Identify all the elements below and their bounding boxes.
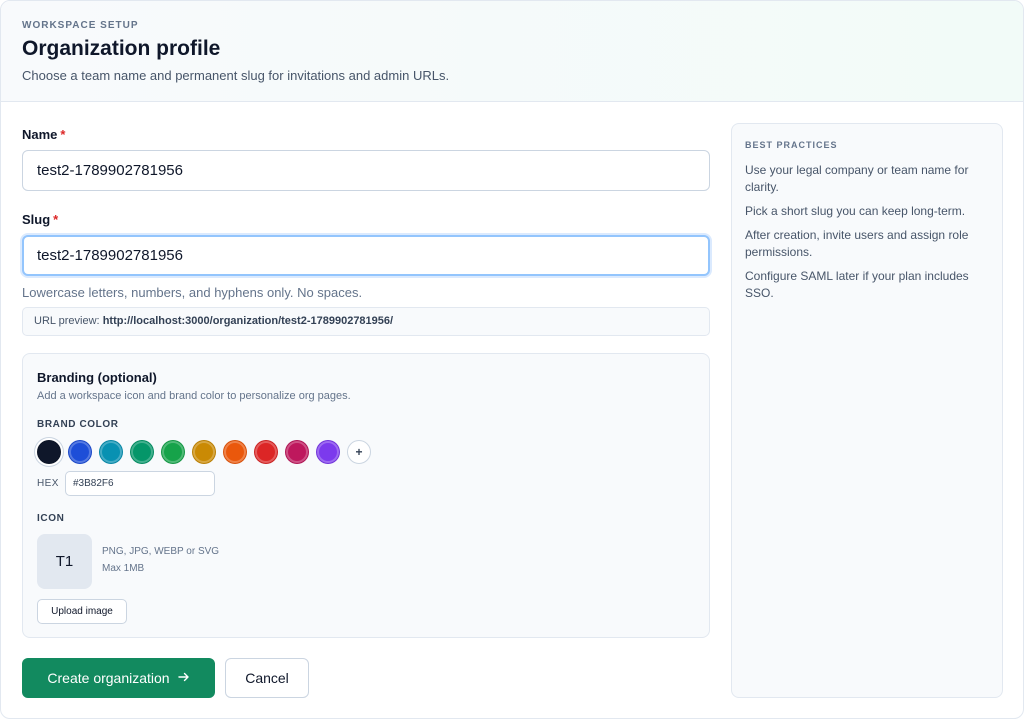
add-color-button[interactable]: + <box>347 440 371 464</box>
slug-field-label: Slug * <box>22 212 58 227</box>
arrow-right-icon <box>177 671 190 686</box>
required-mark: * <box>53 212 59 227</box>
icon-section-label: ICON <box>37 513 65 524</box>
name-field-label: Name * <box>22 127 65 142</box>
branding-section: Branding (optional) Add a workspace icon… <box>22 353 710 638</box>
color-swatch[interactable] <box>37 440 61 464</box>
url-preview: URL preview: http://localhost:3000/organ… <box>22 307 710 336</box>
color-swatch[interactable] <box>130 440 154 464</box>
eyebrow-label: WORKSPACE SETUP <box>22 20 139 31</box>
color-swatch[interactable] <box>68 440 92 464</box>
page-title: Organization profile <box>22 37 221 60</box>
name-label-text: Name <box>22 127 58 142</box>
best-practices-panel: BEST PRACTICES Use your legal company or… <box>731 123 1003 698</box>
color-swatch[interactable] <box>223 440 247 464</box>
best-practices-list: Use your legal company or team name for … <box>745 162 995 309</box>
brand-color-label: BRAND COLOR <box>37 419 119 430</box>
color-swatch[interactable] <box>99 440 123 464</box>
tip-item: After creation, invite users and assign … <box>745 228 969 259</box>
name-input[interactable] <box>22 150 710 191</box>
create-organization-label: Create organization <box>47 670 170 686</box>
color-swatch[interactable] <box>161 440 185 464</box>
slug-hint: Lowercase letters, numbers, and hyphens … <box>22 285 363 300</box>
hex-input[interactable] <box>65 471 215 496</box>
page-subtitle: Choose a team name and permanent slug fo… <box>22 68 450 83</box>
url-preview-value: http://localhost:3000/organization/test2… <box>102 315 394 327</box>
cancel-button[interactable]: Cancel <box>225 658 309 698</box>
color-swatch[interactable] <box>192 440 216 464</box>
slug-label-text: Slug <box>22 212 51 227</box>
best-practices-title: BEST PRACTICES <box>745 140 838 150</box>
tip-item: Configure SAML later if your plan includ… <box>745 269 969 300</box>
branding-description: Add a workspace icon and brand color to … <box>37 390 351 402</box>
organization-profile-card: WORKSPACE SETUP Organization profile Cho… <box>0 0 1024 719</box>
hex-label: HEX <box>37 478 59 489</box>
slug-input[interactable] <box>22 235 710 276</box>
color-swatch[interactable] <box>254 440 278 464</box>
tip-item: Use your legal company or team name for … <box>745 163 969 194</box>
required-mark: * <box>60 127 66 142</box>
url-preview-label: URL preview: <box>34 315 100 327</box>
tip-item: Pick a short slug you can keep long-term… <box>745 204 966 218</box>
workspace-icon-preview: T1 <box>37 534 92 589</box>
icon-max-size-text: Max 1MB <box>102 563 145 574</box>
icon-formats-text: PNG, JPG, WEBP or SVG <box>102 546 220 557</box>
create-organization-button[interactable]: Create organization <box>22 658 215 698</box>
page-header: WORKSPACE SETUP Organization profile Cho… <box>1 1 1023 102</box>
color-swatch[interactable] <box>316 440 340 464</box>
upload-image-button[interactable]: Upload image <box>37 599 127 624</box>
color-swatches: + <box>37 440 371 464</box>
color-swatch[interactable] <box>285 440 309 464</box>
branding-title: Branding (optional) <box>37 370 157 385</box>
